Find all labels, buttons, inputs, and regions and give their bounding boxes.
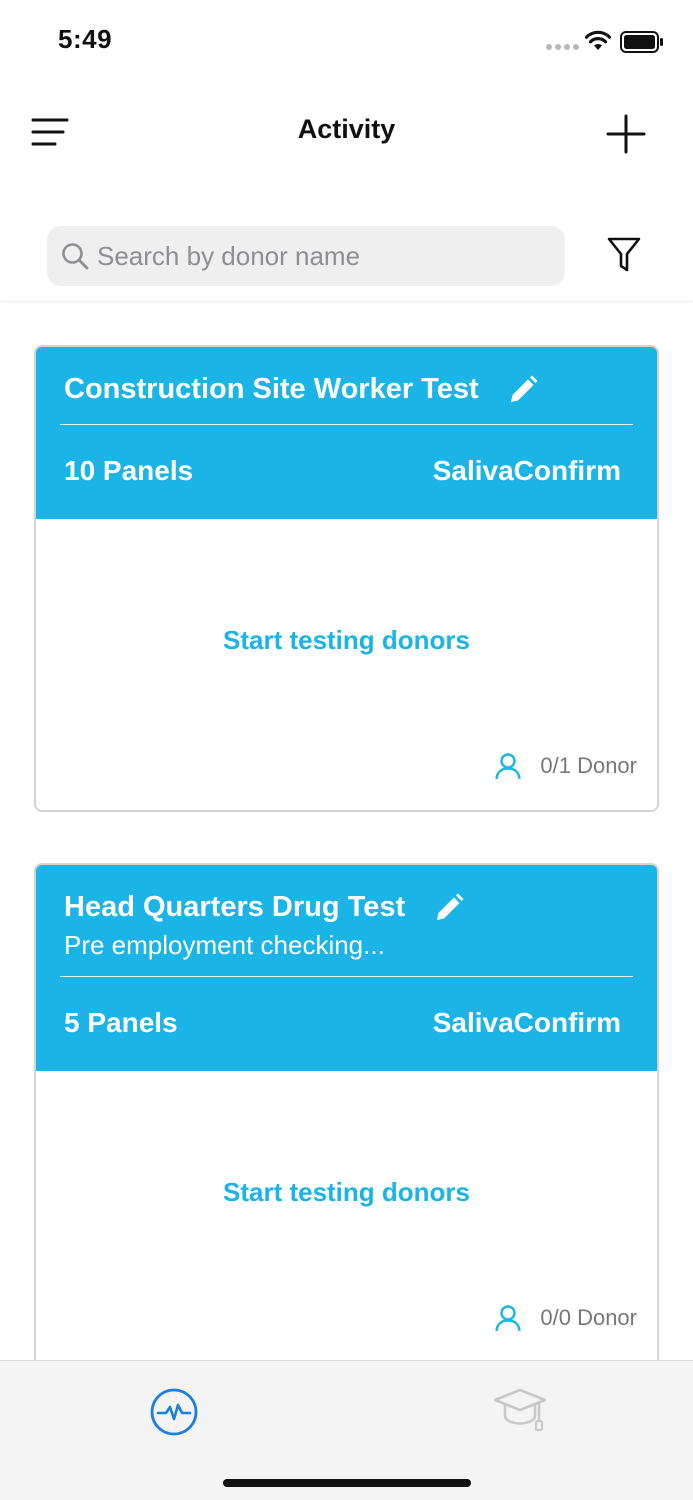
cellular-dots-icon xyxy=(546,44,579,50)
donor-count-label: 0/0 Donor xyxy=(540,1305,637,1330)
donor-count: 0/0 Donor xyxy=(494,1304,637,1332)
activity-card[interactable]: Head Quarters Drug Test Pre employment c… xyxy=(34,863,659,1383)
search-input[interactable] xyxy=(97,240,537,272)
search-row xyxy=(0,184,693,302)
graduation-cap-icon[interactable] xyxy=(492,1385,548,1435)
card-body: Start testing donors 0/1 Donor xyxy=(36,519,657,810)
activity-card[interactable]: Construction Site Worker Test 10 Panels … xyxy=(34,345,659,812)
navigation-bar: Activity xyxy=(0,84,693,184)
tab-bar xyxy=(0,1360,693,1500)
card-info-row: 5 Panels SalivaConfirm xyxy=(64,1007,621,1039)
donor-count-label: 0/1 Donor xyxy=(540,753,637,778)
search-icon xyxy=(62,243,89,270)
card-subtitle: Pre employment checking... xyxy=(64,930,385,960)
battery-icon xyxy=(620,31,663,53)
wifi-icon xyxy=(584,30,612,50)
home-indicator xyxy=(223,1479,471,1487)
activity-icon[interactable] xyxy=(149,1387,199,1437)
search-box[interactable] xyxy=(47,226,565,286)
card-divider xyxy=(60,424,633,425)
page-title: Activity xyxy=(297,114,396,144)
donor-count: 0/1 Donor xyxy=(494,752,637,780)
edit-pencil-icon[interactable] xyxy=(433,892,465,924)
start-testing-link[interactable]: Start testing donors xyxy=(36,1177,657,1208)
card-divider xyxy=(60,976,633,977)
card-header: Head Quarters Drug Test Pre employment c… xyxy=(36,865,657,1071)
status-time: 5:49 xyxy=(58,24,113,54)
status-bar: 5:49 xyxy=(0,0,693,84)
panels-count: 5 Panels xyxy=(64,1007,178,1038)
card-title: Construction Site Worker Test xyxy=(64,373,479,405)
card-body: Start testing donors 0/0 Donor xyxy=(36,1071,657,1381)
person-icon xyxy=(494,1304,522,1332)
edit-pencil-icon[interactable] xyxy=(507,374,539,406)
test-product: SalivaConfirm xyxy=(432,1007,621,1038)
start-testing-link[interactable]: Start testing donors xyxy=(36,625,657,656)
card-info-row: 10 Panels SalivaConfirm xyxy=(64,455,621,487)
test-product: SalivaConfirm xyxy=(432,455,621,486)
activity-screen: 5:49 Activity Search by donor name Const… xyxy=(0,0,693,1500)
panels-count: 10 Panels xyxy=(64,455,194,486)
plus-icon[interactable] xyxy=(604,112,648,156)
card-header: Construction Site Worker Test 10 Panels … xyxy=(36,347,657,519)
filter-icon[interactable] xyxy=(606,236,642,274)
card-title: Head Quarters Drug Test xyxy=(64,891,406,923)
person-icon xyxy=(494,752,522,780)
